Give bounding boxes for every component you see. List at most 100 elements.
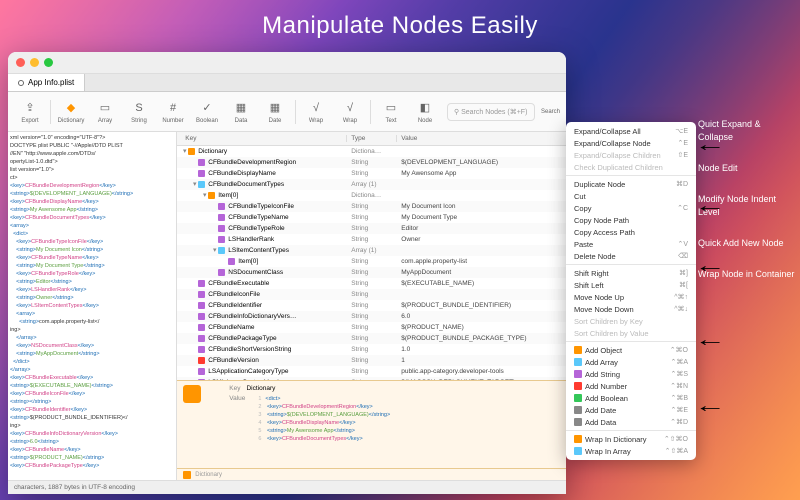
context-menu[interactable]: Expand/Collapse All⌥EExpand/Collapse Nod… <box>566 122 696 460</box>
xml-line[interactable]: <key>CFBundleIconFile</key> <box>10 390 174 398</box>
xml-line[interactable]: <string>com.apple.property-list</ <box>10 318 174 326</box>
detail-value-body[interactable]: 1<dict>2 <key>CFBundleDevelopmentRegion<… <box>251 395 390 443</box>
tree-row[interactable]: CFBundleShortVersionStringString1.0 <box>177 344 566 355</box>
menu-item-add-data[interactable]: Add Data⌃⌘D <box>566 416 696 428</box>
node-value[interactable]: com.apple.property-list <box>397 256 566 267</box>
toolbar-node-button[interactable]: ◧Node <box>409 100 441 124</box>
tree-row[interactable]: CFBundleDevelopmentRegionString$(DEVELOP… <box>177 157 566 168</box>
tree-row[interactable]: ▾DictionaryDictiona… <box>177 146 566 157</box>
xml-line[interactable]: ing> <box>10 422 174 430</box>
close-button[interactable] <box>16 58 25 67</box>
xml-line[interactable]: </dict> <box>10 358 174 366</box>
toolbar-number-button[interactable]: #Number <box>157 100 189 124</box>
xml-line[interactable]: <string>MyAppDocument</string> <box>10 350 174 358</box>
xml-line[interactable]: <string>My Awensome App</string> <box>10 206 174 214</box>
xml-line[interactable]: <key>CFBundleInfoDictionaryVersion</key> <box>10 430 174 438</box>
tree-row[interactable]: CFBundlePackageTypeString$(PRODUCT_BUNDL… <box>177 333 566 344</box>
toolbar-string-button[interactable]: SString <box>123 100 155 124</box>
xml-line[interactable]: DOCTYPE plist PUBLIC "-//Apple//DTD PLIS… <box>10 142 174 150</box>
xml-line[interactable]: <key>NSDocumentClass</key> <box>10 342 174 350</box>
col-header-type[interactable]: Type <box>347 135 397 142</box>
xml-line[interactable]: <key>CFBundleTypeName</key> <box>10 254 174 262</box>
menu-item-expand-collapse-all[interactable]: Expand/Collapse All⌥E <box>566 125 696 137</box>
xml-line[interactable]: <key>CFBundleName</key> <box>10 446 174 454</box>
menu-item-shift-right[interactable]: Shift Right⌘] <box>566 267 696 279</box>
tree-row[interactable]: Item[0]Stringcom.apple.property-list <box>177 256 566 267</box>
xml-line[interactable]: </array> <box>10 366 174 374</box>
disclosure-triangle-icon[interactable]: ▾ <box>181 146 188 157</box>
xml-line[interactable]: <array> <box>10 222 174 230</box>
tree-row[interactable]: CFBundleIconFileString <box>177 289 566 300</box>
disclosure-triangle-icon[interactable]: ▾ <box>201 190 208 201</box>
xml-line[interactable]: list version="1.0"> <box>10 166 174 174</box>
tree-row[interactable]: CFBundleVersionString1 <box>177 355 566 366</box>
disclosure-triangle-icon[interactable]: ▾ <box>191 179 198 190</box>
xml-line[interactable]: <string>$(PRODUCT_BUNDLE_IDENTIFIER)</ <box>10 414 174 422</box>
xml-line[interactable]: <string>My Document Type</string> <box>10 262 174 270</box>
xml-line[interactable]: <key>CFBundleDevelopmentRegion</key> <box>10 182 174 190</box>
node-value[interactable]: MyAppDocument <box>397 267 566 278</box>
toolbar-text-button[interactable]: ▭Text <box>375 100 407 124</box>
tree-row[interactable]: LSApplicationCategoryTypeStringpublic.ap… <box>177 366 566 377</box>
toolbar-boolean-button[interactable]: ✓Boolean <box>191 100 223 124</box>
toolbar-data-button[interactable]: ▦Data <box>225 100 257 124</box>
node-value[interactable]: My Document Icon <box>397 201 566 212</box>
col-header-value[interactable]: Value <box>397 135 566 142</box>
node-value[interactable]: My Document Type <box>397 212 566 223</box>
col-header-key[interactable]: Key <box>177 135 347 142</box>
menu-item-add-object[interactable]: Add Object⌃⌘O <box>566 344 696 356</box>
xml-line[interactable]: <key>LSItemContentTypes</key> <box>10 302 174 310</box>
menu-item-cut[interactable]: Cut <box>566 190 696 202</box>
xml-line[interactable]: <string>Owner</string> <box>10 294 174 302</box>
xml-line[interactable]: opertyList-1.0.dtd"> <box>10 158 174 166</box>
toolbar-date-button[interactable]: ▦Date <box>259 100 291 124</box>
xml-line[interactable]: <key>CFBundleDisplayName</key> <box>10 198 174 206</box>
node-value[interactable]: $(DEVELOPMENT_LANGUAGE) <box>397 157 566 168</box>
xml-line[interactable]: <array> <box>10 310 174 318</box>
menu-item-wrap-in-array[interactable]: Wrap In Array⌃⇧⌘A <box>566 445 696 457</box>
xml-line[interactable]: <string>$(DEVELOPMENT_LANGUAGE)</string> <box>10 190 174 198</box>
tree-row[interactable]: LSHandlerRankStringOwner <box>177 234 566 245</box>
tree-body[interactable]: ▾DictionaryDictiona…CFBundleDevelopmentR… <box>177 146 566 380</box>
xml-line[interactable]: <string>My Document Icon</string> <box>10 246 174 254</box>
tree-row[interactable]: ▾LSItemContentTypesArray (1) <box>177 245 566 256</box>
xml-line[interactable]: ct> <box>10 174 174 182</box>
toolbar-export-button[interactable]: ⇪Export <box>14 100 46 124</box>
xml-line[interactable]: <key>LSHandlerRank</key> <box>10 286 174 294</box>
titlebar[interactable] <box>8 52 566 74</box>
disclosure-triangle-icon[interactable]: ▾ <box>211 245 218 256</box>
xml-line[interactable]: <key>CFBundleDocumentTypes</key> <box>10 214 174 222</box>
menu-item-add-string[interactable]: Add String⌃⌘S <box>566 368 696 380</box>
menu-item-delete-node[interactable]: Delete Node⌫ <box>566 250 696 262</box>
node-value[interactable]: 6.0 <box>397 311 566 322</box>
tree-row[interactable]: CFBundleTypeIconFileStringMy Document Ic… <box>177 201 566 212</box>
tree-row[interactable]: NSDocumentClassStringMyAppDocument <box>177 267 566 278</box>
node-value[interactable]: Owner <box>397 234 566 245</box>
tab-close-icon[interactable] <box>18 80 24 86</box>
toolbar-wrap-button[interactable]: √Wrap <box>300 100 332 124</box>
node-value[interactable]: $(PRODUCT_BUNDLE_IDENTIFIER) <box>397 300 566 311</box>
node-value[interactable]: Editor <box>397 223 566 234</box>
menu-item-add-date[interactable]: Add Date⌃⌘E <box>566 404 696 416</box>
menu-item-add-array[interactable]: Add Array⌃⌘A <box>566 356 696 368</box>
menu-item-copy-node-path[interactable]: Copy Node Path <box>566 214 696 226</box>
menu-item-add-boolean[interactable]: Add Boolean⌃⌘B <box>566 392 696 404</box>
menu-item-copy[interactable]: Copy⌃C <box>566 202 696 214</box>
xml-line[interactable]: </array> <box>10 334 174 342</box>
xml-line[interactable]: <string></string> <box>10 398 174 406</box>
node-value[interactable]: $(EXECUTABLE_NAME) <box>397 278 566 289</box>
menu-item-move-node-up[interactable]: Move Node Up^⌘↑ <box>566 291 696 303</box>
search-input[interactable]: ⚲ Search Nodes (⌘+F) <box>447 103 535 121</box>
node-value[interactable]: 1.0 <box>397 344 566 355</box>
zoom-button[interactable] <box>44 58 53 67</box>
tree-row[interactable]: CFBundleExecutableString$(EXECUTABLE_NAM… <box>177 278 566 289</box>
tree-row[interactable]: CFBundleIdentifierString$(PRODUCT_BUNDLE… <box>177 300 566 311</box>
menu-item-wrap-in-dictionary[interactable]: Wrap In Dictionary⌃⇧⌘O <box>566 433 696 445</box>
menu-item-expand-collapse-node[interactable]: Expand/Collapse Node⌃E <box>566 137 696 149</box>
menu-item-shift-left[interactable]: Shift Left⌘[ <box>566 279 696 291</box>
menu-item-duplicate-node[interactable]: Duplicate Node⌘D <box>566 178 696 190</box>
node-value[interactable]: public.app-category.developer-tools <box>397 366 566 377</box>
xml-source-pane[interactable]: xml version="1.0" encoding="UTF-8"?>DOCT… <box>8 132 177 480</box>
xml-line[interactable]: //EN" "http://www.apple.com/DTDs/ <box>10 150 174 158</box>
xml-line[interactable]: <string>Editor</string> <box>10 278 174 286</box>
